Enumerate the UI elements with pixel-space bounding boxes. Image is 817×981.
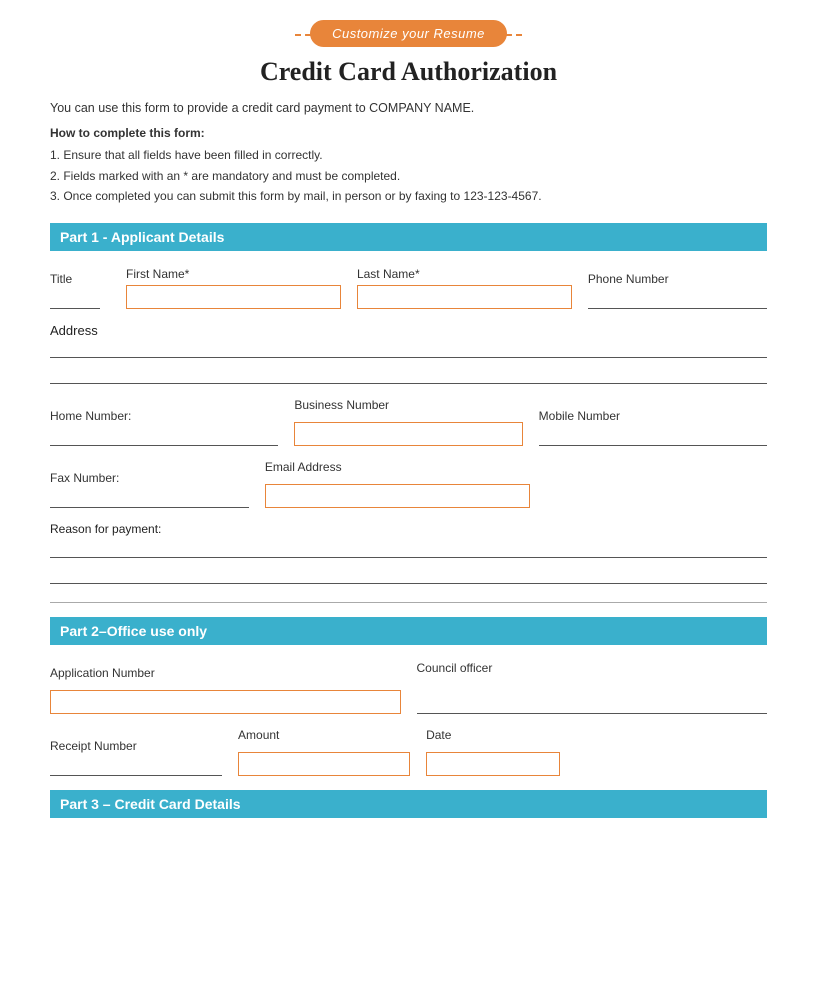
homenumber-group: Home Number: <box>50 409 278 446</box>
receipt-input[interactable] <box>50 757 222 776</box>
businessnumber-group: Business Number <box>294 398 522 446</box>
numbers-row: Home Number: Business Number Mobile Numb… <box>50 398 767 446</box>
faxnumber-input[interactable] <box>50 489 249 508</box>
date-label: Date <box>426 728 560 742</box>
customize-resume-button[interactable]: Customize your Resume <box>310 20 507 47</box>
appnum-council-row: Application Number Council officer <box>50 661 767 714</box>
faxnumber-label: Fax Number: <box>50 471 249 485</box>
phone-input[interactable] <box>588 290 767 309</box>
receipt-group: Receipt Number <box>50 739 222 776</box>
council-input[interactable] <box>417 695 768 714</box>
reason-label: Reason for payment: <box>50 522 767 536</box>
fax-email-row: Fax Number: Email Address <box>50 460 767 508</box>
name-row: Title First Name* Last Name* Phone Numbe… <box>50 267 767 309</box>
how-to-title: How to complete this form: <box>50 123 767 143</box>
title-group: Title <box>50 272 110 309</box>
customize-btn-wrap: Customize your Resume <box>50 20 767 47</box>
council-group: Council officer <box>417 661 768 714</box>
amount-label: Amount <box>238 728 410 742</box>
mobilenumber-label: Mobile Number <box>539 409 767 423</box>
email-label: Email Address <box>265 460 530 474</box>
date-group: Date <box>426 728 560 776</box>
lastname-input[interactable] <box>357 285 572 309</box>
part2-header: Part 2–Office use only <box>50 617 767 645</box>
businessnumber-label: Business Number <box>294 398 522 412</box>
intro-text: You can use this form to provide a credi… <box>50 101 767 115</box>
form-title: Credit Card Authorization <box>50 57 767 87</box>
faxnumber-group: Fax Number: <box>50 471 249 508</box>
mobilenumber-group: Mobile Number <box>539 409 767 446</box>
address-section: Address <box>50 323 767 384</box>
how-to-section: How to complete this form: 1. Ensure tha… <box>50 123 767 207</box>
amount-input[interactable] <box>238 752 410 776</box>
title-input[interactable] <box>50 290 100 309</box>
address-line2 <box>50 364 767 384</box>
firstname-group: First Name* <box>126 267 341 309</box>
receipt-amount-date-row: Receipt Number Amount Date <box>50 728 767 776</box>
address-label: Address <box>50 323 98 338</box>
divider <box>50 602 767 603</box>
appnum-input[interactable] <box>50 690 401 714</box>
lastname-label: Last Name* <box>357 267 572 281</box>
mobilenumber-input[interactable] <box>539 427 767 446</box>
how-to-step3: 3. Once completed you can submit this fo… <box>50 189 542 203</box>
firstname-input[interactable] <box>126 285 341 309</box>
businessnumber-input[interactable] <box>294 422 522 446</box>
appnum-label: Application Number <box>50 666 401 680</box>
appnum-group: Application Number <box>50 666 401 714</box>
title-label: Title <box>50 272 110 286</box>
reason-section: Reason for payment: <box>50 522 767 584</box>
part1-header: Part 1 - Applicant Details <box>50 223 767 251</box>
receipt-label: Receipt Number <box>50 739 222 753</box>
homenumber-label: Home Number: <box>50 409 278 423</box>
email-group: Email Address <box>265 460 530 508</box>
address-line1 <box>50 338 767 358</box>
homenumber-input[interactable] <box>50 427 278 446</box>
phone-group: Phone Number <box>588 272 767 309</box>
phone-label: Phone Number <box>588 272 767 286</box>
how-to-step1: 1. Ensure that all fields have been fill… <box>50 148 323 162</box>
firstname-label: First Name* <box>126 267 341 281</box>
council-label: Council officer <box>417 661 768 675</box>
lastname-group: Last Name* <box>357 267 572 309</box>
email-input[interactable] <box>265 484 530 508</box>
how-to-step2: 2. Fields marked with an * are mandatory… <box>50 169 400 183</box>
date-input[interactable] <box>426 752 560 776</box>
part3-header: Part 3 – Credit Card Details <box>50 790 767 818</box>
amount-group: Amount <box>238 728 410 776</box>
